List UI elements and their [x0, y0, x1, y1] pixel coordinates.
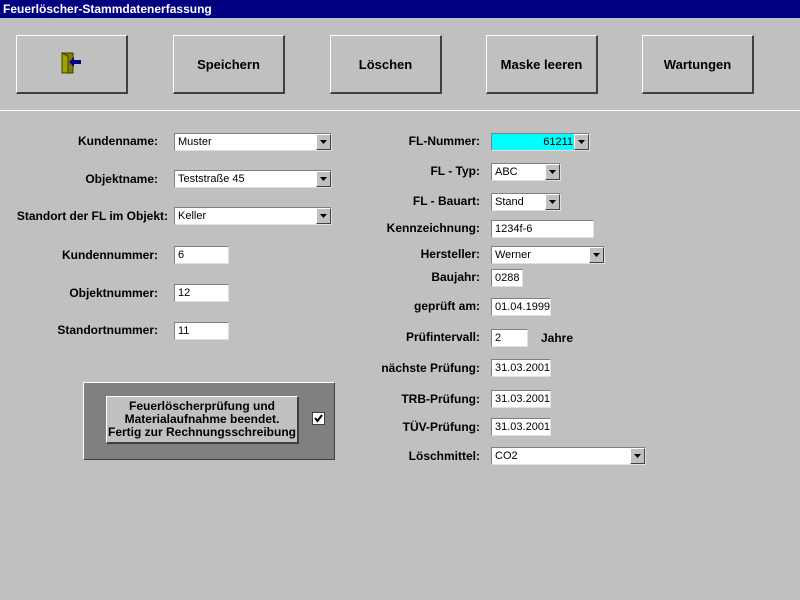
kundenname-combo[interactable]: Muster: [174, 133, 332, 151]
toolbar: Speichern Löschen Maske leeren Wartungen: [0, 18, 800, 111]
chevron-down-icon[interactable]: [545, 194, 560, 210]
pruefintervall-label: Prüfintervall:: [405, 330, 480, 344]
window-title: Feuerlöscher-Stammdatenerfassung: [0, 0, 800, 18]
fl-typ-value: ABC: [495, 166, 518, 178]
trb-pruefung-field[interactable]: 31.03.2001: [491, 390, 551, 408]
standortnummer-label: Standortnummer:: [57, 323, 158, 337]
fl-typ-combo[interactable]: ABC: [491, 163, 561, 181]
fl-bauart-combo[interactable]: Stand: [491, 193, 561, 211]
standortnummer-field[interactable]: 11: [174, 322, 229, 340]
pruefintervall-field[interactable]: 2: [491, 329, 528, 347]
standort-label: Standort der FL im Objekt:: [16, 209, 168, 223]
baujahr-label: Baujahr:: [431, 270, 480, 284]
chevron-down-icon[interactable]: [316, 134, 331, 150]
geprueft-field[interactable]: 01.04.1999: [491, 298, 551, 316]
chevron-down-icon[interactable]: [545, 164, 560, 180]
finish-inspection-button[interactable]: Feuerlöscherprüfung und Materialaufnahme…: [106, 396, 299, 444]
kundenname-label: Kundenname:: [77, 134, 158, 148]
toolbar-divider: [0, 110, 800, 111]
loeschmittel-label: Löschmittel:: [408, 449, 480, 463]
finish-checkbox[interactable]: [312, 412, 325, 425]
fl-nummer-value: 61211: [543, 136, 573, 148]
exit-door-icon: [59, 51, 85, 78]
objektnummer-label: Objektnummer:: [69, 286, 158, 300]
fl-bauart-label: FL - Bauart:: [412, 194, 480, 208]
standort-value: Keller: [178, 210, 207, 222]
kennzeichnung-label: Kennzeichnung:: [386, 221, 480, 235]
maintenance-button[interactable]: Wartungen: [642, 35, 754, 94]
chevron-down-icon[interactable]: [316, 171, 331, 187]
hersteller-value: Werner: [495, 249, 531, 261]
chevron-down-icon[interactable]: [316, 208, 331, 224]
finish-panel: Feuerlöscherprüfung und Materialaufnahme…: [83, 382, 335, 460]
objektname-label: Objektname:: [85, 172, 158, 186]
objektnummer-field[interactable]: 12: [174, 284, 229, 302]
chevron-down-icon[interactable]: [589, 247, 604, 263]
fl-nummer-label: FL-Nummer:: [408, 134, 480, 148]
tuev-pruefung-label: TÜV-Prüfung:: [402, 420, 480, 434]
loeschmittel-combo[interactable]: CO2: [491, 447, 646, 465]
objektname-value: Teststraße 45: [178, 173, 245, 185]
standort-combo[interactable]: Keller: [174, 207, 332, 225]
hersteller-combo[interactable]: Werner: [491, 246, 605, 264]
trb-pruefung-label: TRB-Prüfung:: [401, 392, 480, 406]
chevron-down-icon[interactable]: [574, 134, 589, 150]
pruefintervall-unit: Jahre: [541, 331, 574, 345]
loeschmittel-value: CO2: [495, 450, 518, 462]
fl-bauart-value: Stand: [495, 196, 524, 208]
chevron-down-icon[interactable]: [630, 448, 645, 464]
objektname-combo[interactable]: Teststraße 45: [174, 170, 332, 188]
naechste-pruefung-field[interactable]: 31.03.2001: [491, 359, 551, 377]
checkmark-icon: [314, 414, 323, 423]
fl-nummer-combo[interactable]: 61211: [491, 133, 590, 151]
fl-typ-label: FL - Typ:: [430, 164, 480, 178]
clear-form-button[interactable]: Maske leeren: [486, 35, 598, 94]
finish-line-3: Fertig zur Rechnungsschreibung: [107, 425, 296, 439]
naechste-pruefung-label: nächste Prüfung:: [381, 361, 480, 375]
baujahr-field[interactable]: 0288: [491, 269, 523, 287]
save-button[interactable]: Speichern: [173, 35, 285, 94]
tuev-pruefung-field[interactable]: 31.03.2001: [491, 418, 551, 436]
hersteller-label: Hersteller:: [420, 247, 480, 261]
exit-button[interactable]: [16, 35, 128, 94]
kennzeichnung-field[interactable]: 1234f-6: [491, 220, 594, 238]
kundennummer-label: Kundennummer:: [62, 248, 158, 262]
delete-button[interactable]: Löschen: [330, 35, 442, 94]
kundenname-value: Muster: [178, 136, 212, 148]
kundennummer-field[interactable]: 6: [174, 246, 229, 264]
geprueft-label: geprüft am:: [414, 299, 480, 313]
